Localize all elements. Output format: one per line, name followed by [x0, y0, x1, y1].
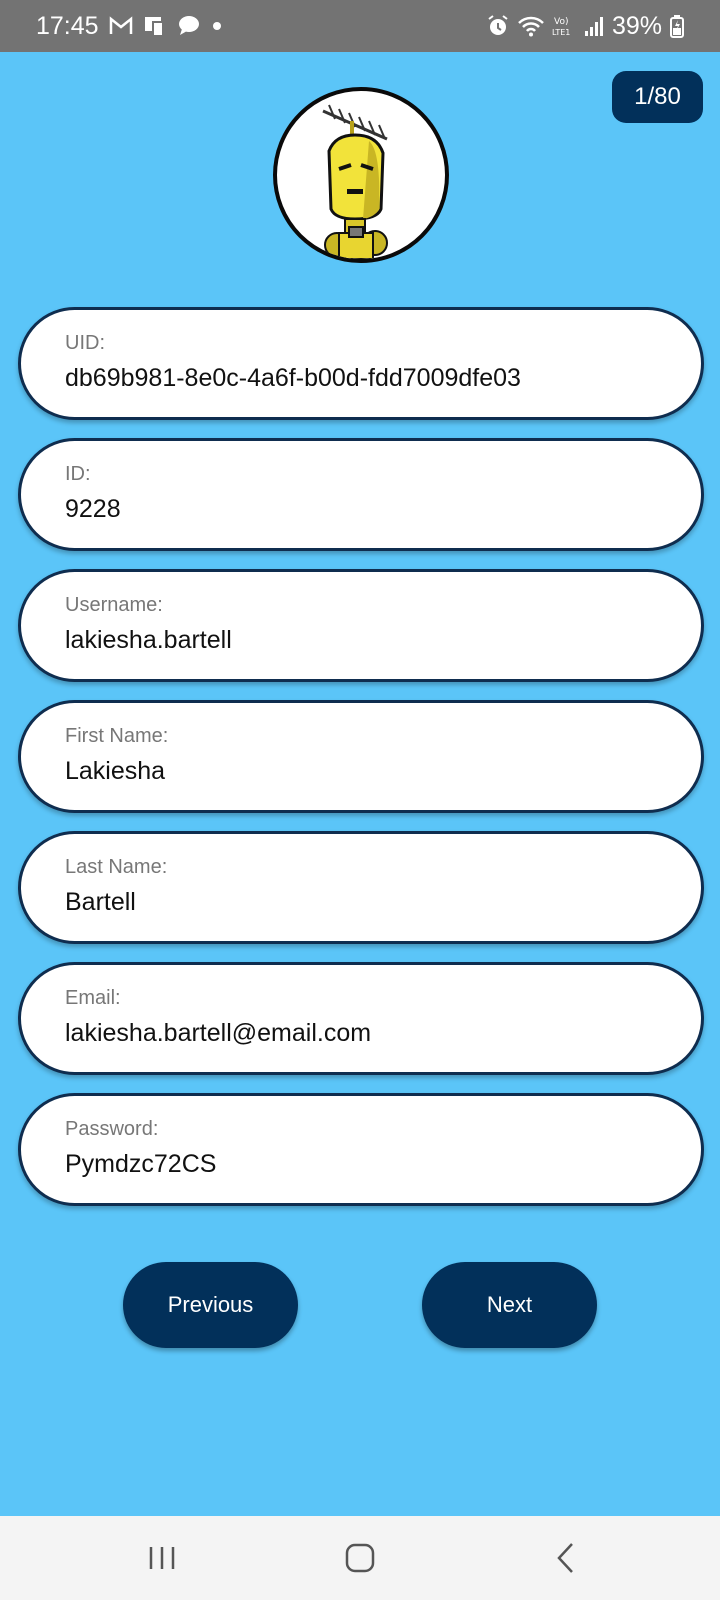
status-right: Vo) LTE1 39%	[486, 12, 684, 41]
navigation-bar	[0, 1516, 720, 1600]
uid-label: UID:	[65, 332, 105, 354]
email-value: lakiesha.bartell@email.com	[65, 1019, 372, 1047]
back-icon[interactable]	[526, 1528, 606, 1588]
volte-icon: Vo) LTE1	[552, 14, 576, 38]
page-counter-badge: 1/80	[612, 71, 703, 123]
dot-icon	[211, 20, 223, 32]
status-time: 17:45	[36, 11, 99, 40]
next-button[interactable]: Next	[422, 1262, 597, 1348]
last-name-value: Bartell	[65, 888, 136, 916]
battery-percent: 39%	[611, 11, 662, 40]
uid-field: UID: db69b981-8e0c-4a6f-b00d-fdd7009dfe0…	[18, 307, 704, 420]
status-bar: 17:45 Vo) LTE1 39%	[0, 0, 720, 52]
password-field: Password: Pymdzc72CS	[18, 1093, 704, 1206]
email-field: Email: lakiesha.bartell@email.com	[18, 962, 704, 1075]
home-icon[interactable]	[320, 1528, 400, 1588]
id-label: ID:	[65, 463, 91, 485]
password-value: Pymdzc72CS	[65, 1150, 217, 1178]
first-name-field: First Name: Lakiesha	[18, 700, 704, 813]
last-name-field: Last Name: Bartell	[18, 831, 704, 944]
svg-text:LTE1: LTE1	[552, 28, 570, 37]
robot-avatar-icon	[322, 104, 388, 259]
first-name-value: Lakiesha	[65, 757, 166, 785]
username-label: Username:	[65, 594, 163, 616]
recent-apps-icon[interactable]	[122, 1528, 202, 1588]
message-icon	[177, 15, 201, 37]
last-name-label: Last Name:	[65, 856, 168, 878]
username-field: Username: lakiesha.bartell	[18, 569, 704, 682]
user-fields-list: UID: db69b981-8e0c-4a6f-b00d-fdd7009dfe0…	[18, 307, 704, 1224]
uid-value: db69b981-8e0c-4a6f-b00d-fdd7009dfe03	[65, 364, 521, 392]
screen-icon	[143, 14, 167, 38]
first-name-label: First Name:	[65, 725, 169, 747]
username-value: lakiesha.bartell	[65, 626, 232, 654]
gmail-icon	[109, 16, 133, 36]
email-label: Email:	[65, 987, 121, 1009]
password-label: Password:	[65, 1118, 159, 1140]
alarm-icon	[486, 14, 510, 38]
avatar	[273, 87, 449, 263]
id-value: 9228	[65, 495, 121, 523]
battery-icon	[670, 14, 684, 38]
status-left: 17:45	[36, 12, 223, 41]
previous-button[interactable]: Previous	[123, 1262, 298, 1348]
svg-text:Vo): Vo)	[554, 17, 568, 27]
signal-icon	[584, 15, 604, 37]
wifi-icon	[518, 15, 544, 37]
id-field: ID: 9228	[18, 438, 704, 551]
